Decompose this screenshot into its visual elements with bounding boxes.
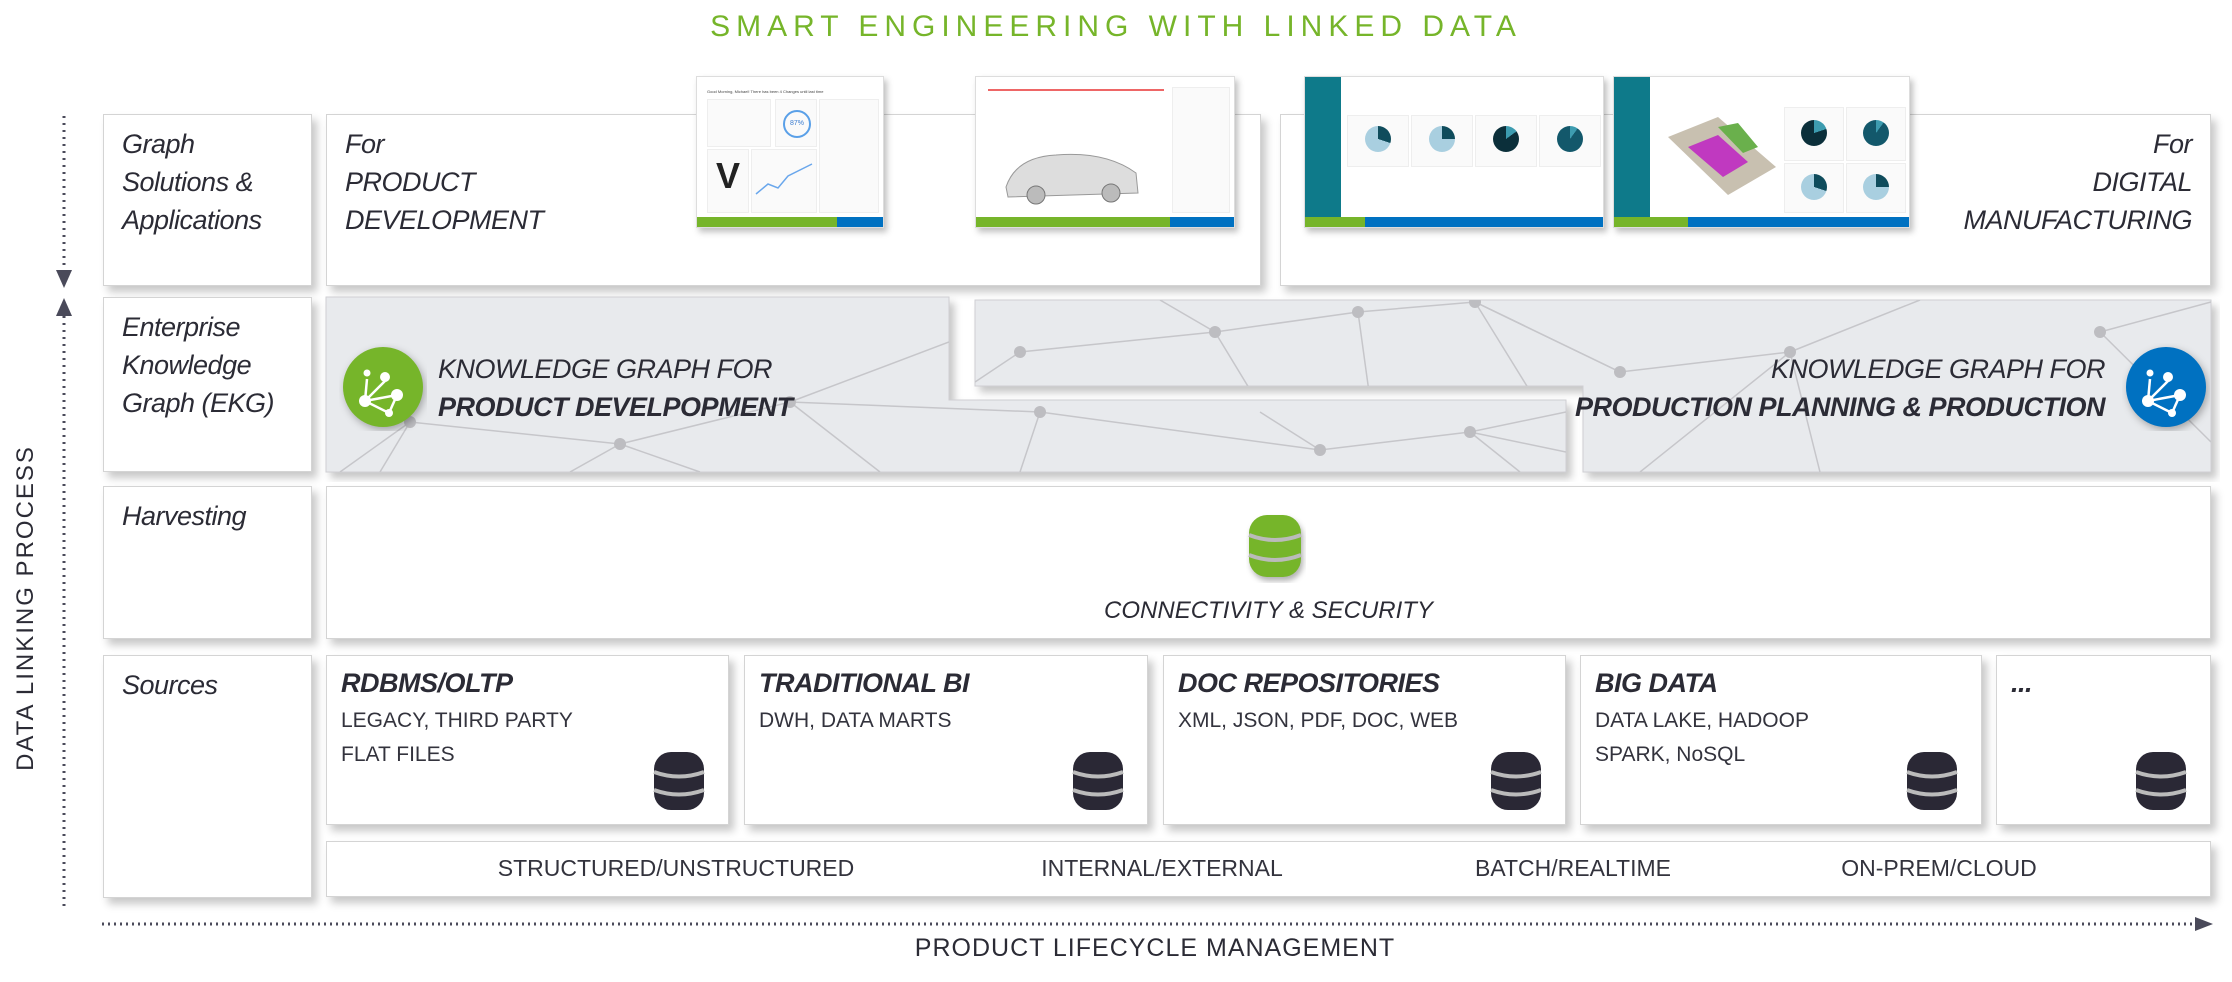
screenshot-dashboard: Good Morning, Michael! There has been 4 … [696, 76, 884, 228]
row-label-applications: Graph Solutions & Applications [103, 114, 312, 286]
vertical-axis-label: DATA LINKING PROCESS [12, 445, 39, 771]
kg-line1: KNOWLEDGE GRAPH FOR [438, 354, 773, 384]
row-label-harvesting: Harvesting [103, 486, 312, 639]
label-line: Solutions & [122, 167, 254, 197]
source-detail: DATA LAKE, HADOOP [1595, 709, 1809, 732]
property-label: STRUCTURED/UNSTRUCTURED [497, 855, 855, 881]
row-label-ekg: Enterprise Knowledge Graph (EKG) [103, 297, 312, 472]
source-doc-repositories: DOC REPOSITORIES XML, JSON, PDF, DOC, WE… [1163, 655, 1566, 825]
label-line: Enterprise [122, 312, 241, 342]
source-more: ... [1996, 655, 2211, 825]
label-line: Knowledge [122, 350, 252, 380]
source-properties-bar: STRUCTURED/UNSTRUCTURED INTERNAL/EXTERNA… [326, 841, 2211, 897]
data-linking-arrows [56, 116, 72, 910]
database-icon [1248, 515, 1302, 577]
screenshot-greeting: Good Morning, Michael! There has been 4 … [707, 89, 824, 94]
label-line: Sources [122, 670, 218, 700]
knowledge-graph-blue-icon [2126, 347, 2206, 427]
screenshot-manufacturing-dashboard [1304, 76, 1604, 228]
label-line: Applications [122, 205, 262, 235]
kg-production-text: KNOWLEDGE GRAPH FOR PRODUCTION PLANNING … [1575, 350, 2106, 426]
source-title: BIG DATA [1595, 668, 1718, 698]
horizontal-axis-label: PRODUCT LIFECYCLE MANAGEMENT [914, 934, 1396, 962]
property-label: INTERNAL/EXTERNAL [1041, 855, 1283, 881]
label-line: Harvesting [122, 501, 247, 531]
database-icon [1490, 752, 1542, 810]
kg-line2: PRODUCT DEVELPOPMENT [438, 392, 793, 422]
database-icon [2135, 752, 2187, 810]
source-title: TRADITIONAL BI [759, 668, 970, 698]
connectivity-security-label: CONNECTIVITY & SECURITY [1104, 597, 1433, 624]
kg-line1: KNOWLEDGE GRAPH FOR [1770, 354, 2106, 384]
label-line: Graph (EKG) [122, 388, 275, 418]
database-icon [1072, 752, 1124, 810]
source-detail: LEGACY, THIRD PARTY [341, 709, 573, 732]
kg-line2: PRODUCTION PLANNING & PRODUCTION [1575, 392, 2106, 422]
source-detail: DWH, DATA MARTS [759, 709, 952, 732]
source-detail: FLAT FILES [341, 743, 455, 766]
arrow-right-icon [2195, 917, 2213, 931]
source-title: DOC REPOSITORIES [1178, 668, 1440, 698]
source-rdbms: RDBMS/OLTP LEGACY, THIRD PARTY FLAT FILES [326, 655, 729, 825]
arrow-up-icon [56, 298, 72, 316]
kg-product-text: KNOWLEDGE GRAPH FOR PRODUCT DEVELPOPMENT [438, 350, 793, 426]
database-icon [1906, 752, 1958, 810]
app-line: DIGITAL [2092, 167, 2192, 197]
row-label-sources: Sources [103, 655, 312, 898]
source-detail: XML, JSON, PDF, DOC, WEB [1178, 709, 1459, 732]
source-traditional-bi: TRADITIONAL BI DWH, DATA MARTS [744, 655, 1148, 825]
diagram-title: SMART ENGINEERING WITH LINKED DATA [710, 10, 1522, 43]
property-label: ON-PREM/CLOUD [1841, 855, 2037, 881]
plm-arrow [102, 917, 2213, 931]
source-big-data: BIG DATA DATA LAKE, HADOOP SPARK, NoSQL [1580, 655, 1982, 825]
app-line: MANUFACTURING [1963, 205, 2193, 235]
for-label: For [345, 129, 384, 159]
source-title: ... [2011, 668, 2033, 698]
gauge: 87% [783, 110, 811, 138]
knowledge-graph-green-icon [343, 347, 423, 427]
property-label: BATCH/REALTIME [1475, 855, 1671, 881]
screenshot-factory-layout [1613, 76, 1910, 228]
source-detail: SPARK, NoSQL [1595, 743, 1746, 766]
app-line: PRODUCT [345, 167, 475, 197]
label-line: Graph [122, 129, 195, 159]
for-label: For [2153, 129, 2193, 159]
screenshot-part-detail [975, 76, 1235, 228]
arrow-down-icon [56, 270, 72, 288]
harvesting-panel: CONNECTIVITY & SECURITY [326, 486, 2211, 639]
source-title: RDBMS/OLTP [341, 668, 513, 698]
database-icon [653, 752, 705, 810]
app-line: DEVELOPMENT [345, 205, 544, 235]
